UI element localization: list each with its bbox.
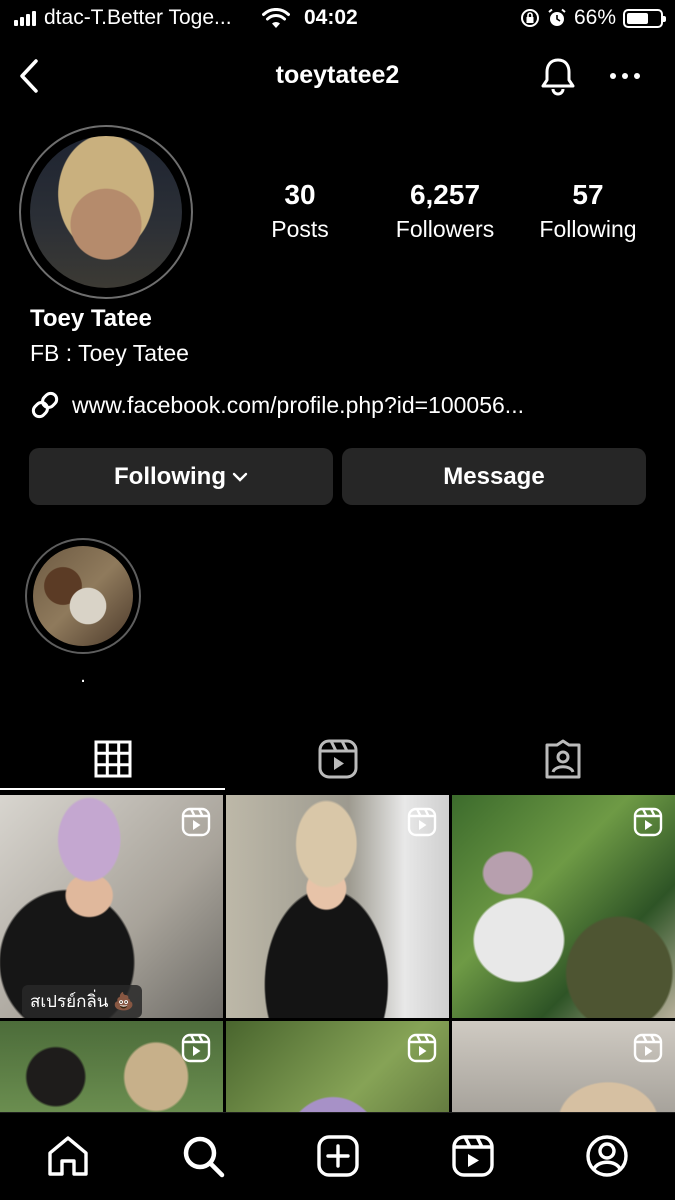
bottom-navigation <box>0 1112 675 1200</box>
nav-home[interactable] <box>45 1133 91 1179</box>
reel-badge-icon <box>181 807 211 837</box>
posts-stat[interactable]: 30 Posts <box>250 178 350 246</box>
active-tab-indicator <box>0 788 225 790</box>
following-button[interactable]: Following <box>29 448 333 505</box>
nav-create-post[interactable] <box>315 1133 361 1179</box>
reel-badge-icon <box>407 807 437 837</box>
posts-count: 30 <box>284 179 316 210</box>
status-bar: dtac-T.Better Toge... 04:02 66% <box>0 0 675 38</box>
profile-header: toeytatee2 <box>0 45 675 107</box>
carrier-name: dtac-T.Better Toge... <box>44 6 232 29</box>
signal-icon <box>14 10 36 26</box>
reel-badge-icon <box>181 1033 211 1063</box>
wifi-icon <box>262 7 290 28</box>
battery-icon <box>623 8 666 28</box>
following-button-label: Following <box>114 462 226 490</box>
nav-reels[interactable] <box>450 1133 496 1179</box>
bio-link[interactable]: www.facebook.com/profile.php?id=100056..… <box>28 388 524 422</box>
search-icon <box>183 1136 225 1178</box>
battery-percent: 66% <box>573 6 616 29</box>
reel-badge-icon <box>633 807 663 837</box>
post-thumbnail[interactable] <box>452 795 675 1018</box>
tab-posts-grid[interactable] <box>0 728 225 790</box>
reels-icon <box>452 1135 494 1177</box>
message-button[interactable]: Message <box>342 448 646 505</box>
nav-profile[interactable] <box>584 1133 630 1179</box>
status-center: 04:02 <box>262 6 358 30</box>
highlight-cover <box>33 546 133 646</box>
following-stat[interactable]: 57 Following <box>528 178 648 246</box>
grid-icon <box>94 740 131 778</box>
followers-stat[interactable]: 6,257 Followers <box>380 178 510 246</box>
reels-icon <box>318 739 357 779</box>
display-name: Toey Tatee <box>30 305 152 332</box>
alarm-icon <box>548 8 566 26</box>
bio-link-text: www.facebook.com/profile.php?id=100056..… <box>72 391 524 418</box>
post-thumbnail[interactable] <box>226 795 449 1018</box>
tab-reels[interactable] <box>225 728 450 790</box>
tab-tagged[interactable] <box>450 728 675 790</box>
status-right: 66% <box>520 6 666 30</box>
followers-count: 6,257 <box>409 179 481 210</box>
notifications-button[interactable] <box>537 55 579 97</box>
profile-tabs <box>0 728 675 790</box>
orientation-lock-icon <box>520 9 539 27</box>
nav-search[interactable] <box>180 1133 226 1179</box>
following-count: 57 <box>572 179 604 210</box>
avatar-image <box>30 136 182 288</box>
bell-icon <box>541 58 575 96</box>
tagged-icon <box>545 739 580 779</box>
clock: 04:02 <box>304 6 358 29</box>
posts-label: Posts <box>271 216 329 242</box>
link-icon <box>31 391 59 419</box>
followers-label: Followers <box>395 216 495 242</box>
bio-text: FB : Toey Tatee <box>30 340 189 366</box>
add-post-icon <box>317 1135 359 1177</box>
more-icon <box>610 73 640 79</box>
status-left: dtac-T.Better Toge... <box>14 6 232 30</box>
more-options-button[interactable] <box>606 61 644 91</box>
profile-icon <box>586 1135 628 1177</box>
chevron-down-icon <box>232 472 248 482</box>
story-highlight[interactable] <box>25 538 141 654</box>
reel-badge-icon <box>407 1033 437 1063</box>
message-button-label: Message <box>443 462 545 490</box>
following-label: Following <box>539 216 637 242</box>
post-caption-sticker: สเปรย์กลิ่น 💩 <box>22 985 143 1018</box>
post-thumbnail[interactable]: สเปรย์กลิ่น 💩 <box>0 795 223 1018</box>
home-icon <box>48 1136 88 1176</box>
highlight-label: . <box>80 665 86 687</box>
reel-badge-icon <box>633 1033 663 1063</box>
profile-avatar[interactable] <box>19 125 193 299</box>
